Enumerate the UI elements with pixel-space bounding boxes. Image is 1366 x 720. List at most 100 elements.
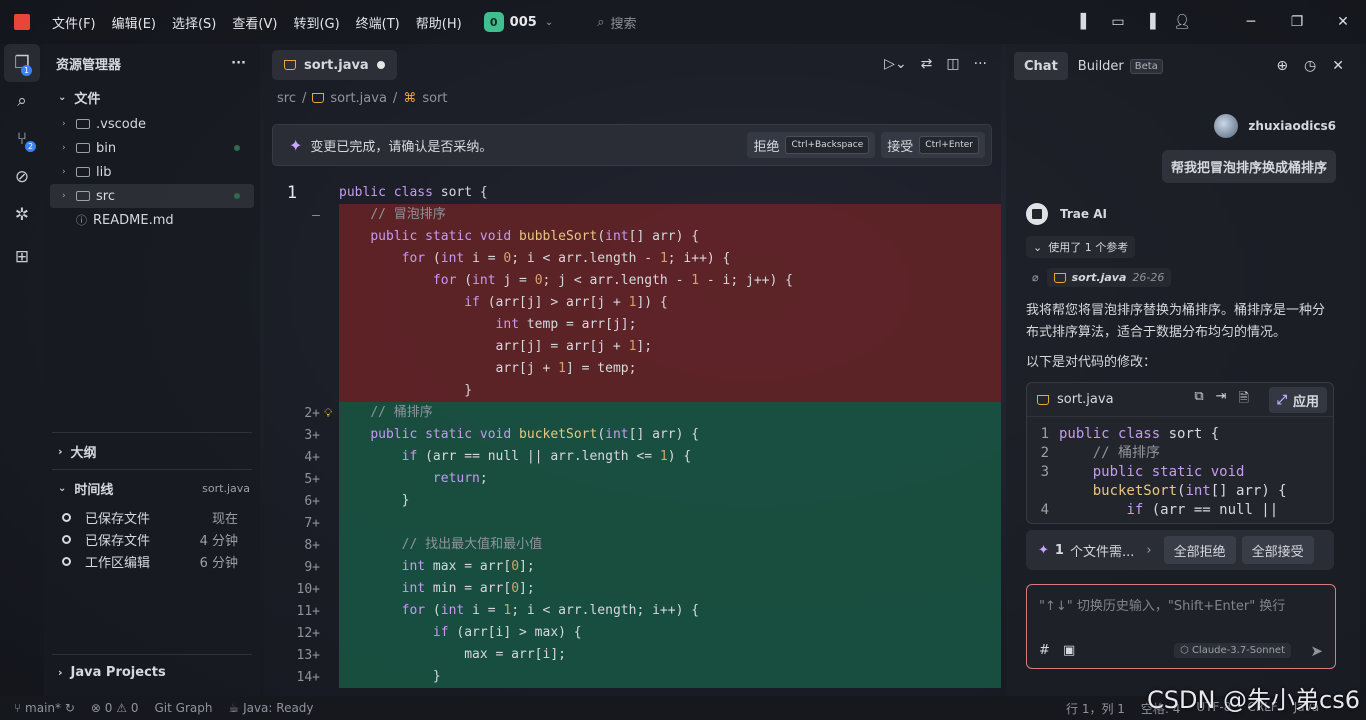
breadcrumb-src[interactable]: src	[277, 91, 296, 106]
history-icon[interactable]: ◷	[1304, 58, 1316, 74]
restore-icon[interactable]: ❐	[1274, 14, 1320, 30]
timeline-item-time: 6 分钟	[199, 555, 238, 571]
tab-chat[interactable]: Chat	[1014, 52, 1068, 80]
reject-change-button[interactable]: 拒绝 Ctrl+Backspace	[747, 132, 876, 158]
code-line: 2+ 💡︎ // 桶排序	[264, 402, 1001, 424]
split-editor-icon[interactable]: ◫	[946, 56, 959, 72]
breadcrumb-symbol[interactable]: sort	[422, 91, 447, 106]
toggle-panel-icon[interactable]: ▭	[1102, 14, 1134, 30]
toggle-sidebar-icon[interactable]: ▌	[1070, 14, 1102, 30]
close-icon[interactable]: ✕	[1332, 58, 1344, 74]
timeline-item[interactable]: 已保存文件 4 分钟	[44, 528, 260, 550]
chevron-right-icon: ›	[62, 119, 66, 129]
extensions-icon[interactable]: ⊞	[0, 238, 44, 276]
toggle-right-panel-icon[interactable]: ▐	[1134, 14, 1166, 30]
run-icon[interactable]: ▷⌄	[884, 56, 907, 72]
hash-icon[interactable]: #	[1039, 643, 1050, 658]
banner-message: 变更已完成，请确认是否采纳。	[310, 139, 493, 155]
references-toggle[interactable]: ⌄ 使用了 1 个参考	[1026, 236, 1136, 258]
code-line: }	[264, 380, 1001, 402]
timeline-item[interactable]: 已保存文件 现在	[44, 506, 260, 528]
lightbulb-icon[interactable]: 💡︎	[324, 406, 339, 421]
beta-badge: Beta	[1129, 58, 1163, 74]
code-line: 11+ for (int i = 1; i < arr.length; i++)…	[264, 600, 1001, 622]
apply-button[interactable]: ⤢ 应用	[1268, 387, 1327, 413]
explorer-icon[interactable]: ❐ 1	[4, 44, 40, 82]
code-line: for (int j = 0; j < arr.length - 1 - i; …	[264, 270, 1001, 292]
insert-icon[interactable]: ⇥	[1216, 389, 1227, 411]
pending-label[interactable]: 个文件需...	[1070, 541, 1134, 560]
code-line: 10+ int min = arr[0];	[264, 578, 1001, 600]
timeline-item[interactable]: 工作区编辑 6 分钟	[44, 550, 260, 572]
line-number	[1027, 482, 1059, 501]
cursor-position[interactable]: 行 1，列 1	[1066, 700, 1125, 717]
sync-icon[interactable]: ↻	[65, 701, 75, 715]
model-name: Claude-3.7-Sonnet	[1191, 645, 1285, 656]
timeline-section-header[interactable]: ⌄ 时间线 sort.java	[44, 470, 260, 506]
more-actions-icon[interactable]: ···	[231, 56, 246, 71]
avatar	[1214, 114, 1239, 138]
compare-icon[interactable]: ⇄	[921, 56, 933, 72]
search-view-icon[interactable]: ⌕	[0, 82, 44, 120]
remote-icon[interactable]: ⊘	[0, 158, 44, 196]
outline-section-header[interactable]: › 大纲	[44, 433, 260, 469]
menu-selection[interactable]: 选择(S)	[164, 13, 224, 32]
java-projects-header[interactable]: › Java Projects	[44, 655, 260, 689]
close-window-icon[interactable]: ✕	[1320, 14, 1366, 30]
tree-item-readme[interactable]: ⓘ README.md	[44, 208, 260, 232]
new-file-icon[interactable]: 🗎︎	[1239, 389, 1249, 411]
menu-terminal[interactable]: 终端(T)	[348, 13, 408, 32]
pending-changes-bar: ✦ 1 个文件需... › 全部拒绝 全部接受	[1026, 530, 1334, 570]
tab-builder[interactable]: Builder Beta	[1068, 52, 1173, 80]
model-selector[interactable]: ⬡ Claude-3.7-Sonnet	[1174, 643, 1291, 658]
line-number: 2+	[304, 405, 320, 421]
git-graph-status[interactable]: Git Graph	[155, 701, 213, 715]
menu-go[interactable]: 转到(G)	[285, 13, 347, 32]
java-status[interactable]: ☕︎ Java: Ready	[228, 701, 313, 715]
code-text: for (int i = 1; i < arr.length; i++) {	[339, 600, 1001, 622]
minimize-icon[interactable]: ─	[1228, 14, 1274, 30]
tree-item-src[interactable]: › src	[50, 184, 254, 208]
search-box[interactable]: ⌕ 搜索	[597, 13, 636, 32]
line-number: 5+	[304, 471, 320, 487]
source-control-icon[interactable]: ⑂ 2	[0, 120, 44, 158]
copy-icon[interactable]: ⧉	[1194, 389, 1203, 411]
accept-all-button[interactable]: 全部接受	[1241, 536, 1314, 564]
code-editor[interactable]: 1 public class sort {— // 冒泡排序 public sta…	[264, 182, 1001, 690]
project-switcher[interactable]: 0 005 ⌄	[483, 12, 553, 32]
menu-edit[interactable]: 编辑(E)	[104, 13, 164, 32]
menu-help[interactable]: 帮助(H)	[408, 13, 470, 32]
tab-sort-java[interactable]: sort.java	[272, 50, 397, 80]
reject-all-button[interactable]: 全部拒绝	[1163, 536, 1236, 564]
new-chat-icon[interactable]: ⊕	[1276, 58, 1288, 74]
files-section-header[interactable]: ⌄ 文件	[44, 82, 260, 112]
java-projects-title: Java Projects	[70, 664, 166, 680]
chevron-right-icon[interactable]: ›	[1146, 543, 1151, 558]
line-number: 3	[1040, 464, 1049, 480]
tree-item-lib[interactable]: › lib	[44, 160, 260, 184]
menu-view[interactable]: 查看(V)	[224, 13, 285, 32]
more-actions-icon[interactable]: ···	[974, 56, 987, 72]
chat-input[interactable]: "↑↓" 切换历史输入，"Shift+Enter" 换行 # ▣ ⬡ Claud…	[1026, 584, 1336, 669]
timeline-section-title: 时间线	[74, 482, 114, 498]
chat-panel: Chat Builder Beta ⊕ ◷ ✕ zhuxiaodics6 帮我把冒…	[1006, 44, 1360, 696]
tree-item-bin[interactable]: › bin	[44, 136, 260, 160]
image-icon[interactable]: ▣	[1063, 643, 1075, 658]
problems-status[interactable]: ⊗ 0 ⚠ 0	[91, 701, 139, 715]
line-number: 7+	[304, 515, 320, 531]
debug-icon[interactable]: ✲	[0, 196, 44, 234]
code-line: 13+ max = arr[i];	[264, 644, 1001, 666]
breadcrumb-file[interactable]: sort.java	[330, 91, 387, 106]
account-icon[interactable]: 👤︎	[1166, 14, 1198, 30]
accept-change-button[interactable]: 接受 Ctrl+Enter	[881, 132, 985, 158]
branch-status[interactable]: ⑂ main* ↻	[14, 701, 75, 715]
modified-dot-icon[interactable]	[376, 61, 385, 69]
code-text: for (int j = 0; j < arr.length - 1 - i; …	[339, 270, 1001, 292]
send-icon[interactable]: ➤	[1310, 642, 1323, 660]
code-text: int temp = arr[j];	[339, 314, 1001, 336]
tree-item-vscode[interactable]: › .vscode	[44, 112, 260, 136]
project-name: 005	[509, 14, 537, 30]
reference-item[interactable]: ⌀ sort.java 26-26	[1032, 268, 1172, 287]
menu-file[interactable]: 文件(F)	[44, 13, 104, 32]
code-text: public static void bubbleSort(int[] arr)…	[339, 226, 1001, 248]
